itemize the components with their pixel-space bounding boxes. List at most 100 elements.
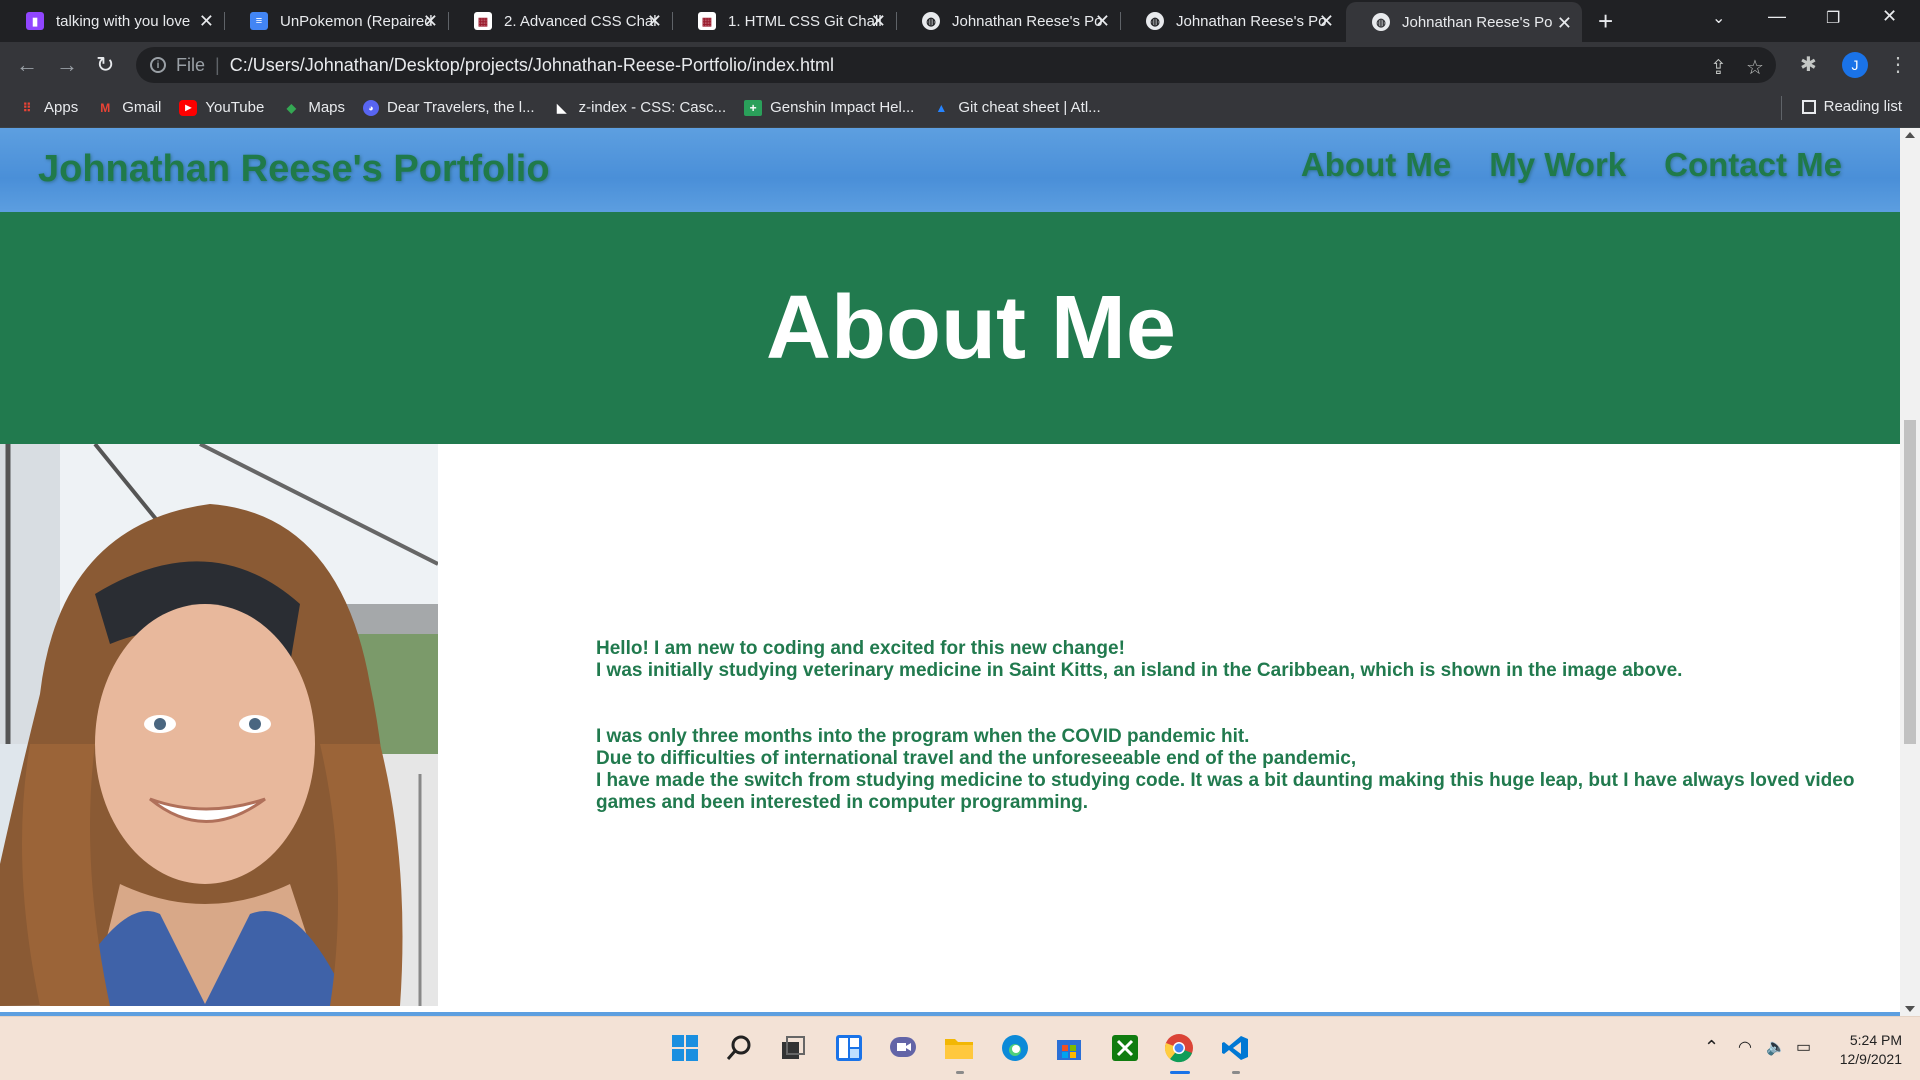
portrait-image	[0, 444, 438, 1006]
bookmark-mdn[interactable]: ◣ z-index - CSS: Casc...	[553, 99, 727, 116]
bookmark-label: Genshin Impact Hel...	[770, 99, 915, 116]
nav-link-my-work[interactable]: My Work	[1489, 146, 1626, 184]
minimize-button[interactable]: —	[1768, 6, 1786, 27]
bookmark-label: Maps	[308, 99, 346, 116]
tab-title: Johnathan Reese's Po	[1402, 13, 1553, 31]
tab-1[interactable]: ▮ talking with you love ✕	[0, 0, 225, 42]
volume-icon[interactable]: 🔈	[1766, 1037, 1786, 1057]
close-tab-icon[interactable]: ✕	[1557, 13, 1572, 34]
windows-start-icon[interactable]	[668, 1031, 702, 1065]
bookmark-label: z-index - CSS: Casc...	[578, 99, 727, 116]
bookmark-youtube[interactable]: ▶ YouTube	[179, 99, 264, 116]
edge-icon[interactable]	[998, 1031, 1032, 1065]
tab-title: 2. Advanced CSS Chal	[504, 12, 657, 30]
reading-list-label: Reading list	[1823, 98, 1902, 115]
tab-title: Johnathan Reese's Po	[1176, 12, 1327, 30]
reading-list-icon	[1801, 99, 1816, 114]
nav-link-contact-me[interactable]: Contact Me	[1664, 146, 1842, 184]
url-text[interactable]: C:/Users/Johnathan/Desktop/projects/John…	[230, 55, 834, 76]
task-view-icon[interactable]	[776, 1031, 810, 1065]
globe-icon: ◍	[922, 12, 940, 30]
close-tab-icon[interactable]: ✕	[871, 11, 886, 32]
clock-time: 5:24 PM	[1849, 1032, 1902, 1048]
windows-taskbar: ⌃ ◠ 🔈 ▭ 5:24 PM 12/9/2021	[0, 1016, 1920, 1080]
menu-icon[interactable]: ⋮	[1888, 52, 1908, 77]
active-app-indicator	[1170, 1071, 1190, 1074]
close-tab-icon[interactable]: ✕	[647, 11, 662, 32]
tab-title: 1. HTML CSS Git Chall	[728, 12, 882, 30]
browser-toolbar: ← → ↻ i File | C:/Users/Johnathan/Deskto…	[0, 42, 1920, 88]
bookmark-genshin[interactable]: + Genshin Impact Hel...	[744, 99, 914, 116]
nav-link-about-me[interactable]: About Me	[1301, 146, 1451, 184]
search-icon[interactable]	[722, 1031, 756, 1065]
site-title[interactable]: Johnathan Reese's Portfolio	[38, 148, 550, 191]
close-tab-icon[interactable]: ✕	[1319, 11, 1334, 32]
site-nav: About Me My Work Contact Me	[1301, 146, 1842, 184]
profile-avatar[interactable]: J	[1842, 52, 1868, 78]
about-line: I was only three months into the program…	[596, 726, 1250, 747]
tab-6[interactable]: ◍ Johnathan Reese's Po ✕	[1120, 0, 1344, 42]
bookmark-maps[interactable]: ◆ Maps	[282, 99, 345, 116]
gmail-icon: M	[100, 100, 111, 115]
extensions-icon[interactable]: ✱	[1800, 52, 1817, 77]
tab-3[interactable]: ▦ 2. Advanced CSS Chal ✕	[448, 0, 673, 42]
share-icon[interactable]: ⇪	[1710, 55, 1727, 80]
tab-title: UnPokemon (Repaired	[280, 12, 433, 30]
scroll-thumb[interactable]	[1904, 420, 1916, 744]
vscode-icon[interactable]	[1218, 1031, 1252, 1065]
bookmark-discord[interactable]: ◕ Dear Travelers, the l...	[363, 99, 535, 116]
shield-icon: ▦	[698, 12, 716, 30]
tab-title: talking with you love	[56, 12, 191, 30]
bookmark-divider	[1781, 96, 1782, 120]
bookmarks-bar: ⠿ Apps M Gmail ▶ YouTube ◆ Maps ◕ Dear T…	[0, 88, 1920, 128]
hero-heading: About Me	[766, 277, 1176, 378]
close-window-button[interactable]: ✕	[1882, 6, 1897, 27]
page-viewport: Johnathan Reese's Portfolio About Me My …	[0, 128, 1900, 1016]
store-icon[interactable]	[1052, 1031, 1086, 1065]
tab-search-icon[interactable]: ⌄	[1712, 8, 1725, 28]
chevron-up-icon[interactable]: ⌃	[1704, 1037, 1719, 1058]
bookmark-label: Dear Travelers, the l...	[387, 99, 535, 116]
info-icon[interactable]: i	[150, 57, 166, 73]
reading-list-button[interactable]: Reading list	[1801, 98, 1902, 115]
teams-chat-icon[interactable]	[886, 1031, 920, 1065]
twitch-icon: ▮	[26, 12, 44, 30]
tab-2[interactable]: ≡ UnPokemon (Repaired ✕	[224, 0, 449, 42]
restore-button[interactable]: ❐	[1826, 8, 1840, 28]
close-tab-icon[interactable]: ✕	[199, 11, 214, 32]
tab-5[interactable]: ◍ Johnathan Reese's Po ✕	[896, 0, 1121, 42]
atlassian-icon: ▲	[935, 100, 948, 115]
wifi-icon[interactable]: ◠	[1738, 1037, 1752, 1057]
bookmark-label: YouTube	[205, 99, 265, 116]
tab-4[interactable]: ▦ 1. HTML CSS Git Chall ✕	[672, 0, 897, 42]
mdn-icon: ◣	[556, 100, 567, 115]
close-tab-icon[interactable]: ✕	[423, 11, 438, 32]
scroll-down-arrow[interactable]	[1905, 1006, 1915, 1012]
bookmark-gmail[interactable]: M Gmail	[96, 99, 161, 116]
new-tab-button[interactable]: +	[1598, 6, 1613, 37]
address-bar[interactable]: i File | C:/Users/Johnathan/Desktop/proj…	[136, 47, 1776, 83]
system-clock[interactable]: 5:24 PM 12/9/2021	[1840, 1031, 1902, 1069]
bookmark-star-icon[interactable]: ☆	[1746, 55, 1764, 80]
chrome-icon[interactable]	[1162, 1031, 1196, 1065]
tab-7-active[interactable]: ◍ Johnathan Reese's Po ✕	[1346, 2, 1582, 42]
close-tab-icon[interactable]: ✕	[1095, 11, 1110, 32]
scroll-up-arrow[interactable]	[1905, 132, 1915, 138]
shield-icon: ▦	[474, 12, 492, 30]
widgets-icon[interactable]	[832, 1031, 866, 1065]
forward-icon[interactable]: →	[56, 52, 78, 78]
bookmark-git-cheatsheet[interactable]: ▲ Git cheat sheet | Atl...	[932, 99, 1100, 116]
clock-date: 12/9/2021	[1839, 1051, 1902, 1067]
back-icon[interactable]: ←	[16, 52, 38, 78]
about-paragraph-2: I was only three months into the program…	[596, 726, 1866, 814]
battery-icon[interactable]: ▭	[1796, 1037, 1811, 1057]
globe-icon: ◍	[1372, 13, 1390, 31]
docs-icon: ≡	[250, 12, 268, 30]
page-scrollbar[interactable]	[1900, 128, 1920, 1016]
reload-icon[interactable]: ↻	[96, 52, 114, 78]
about-line: Hello! I am new to coding and excited fo…	[596, 638, 1125, 659]
about-paragraph-1: Hello! I am new to coding and excited fo…	[596, 638, 1866, 682]
bookmark-apps[interactable]: ⠿ Apps	[18, 99, 79, 116]
file-explorer-icon[interactable]	[942, 1031, 976, 1065]
xbox-icon[interactable]	[1108, 1031, 1142, 1065]
